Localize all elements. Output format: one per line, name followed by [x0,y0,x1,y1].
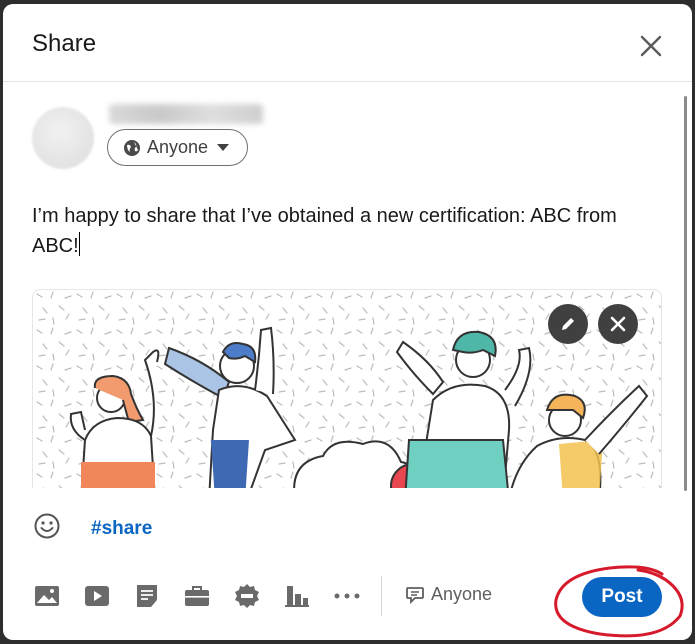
post-text-editor[interactable]: I’m happy to share that I’ve obtained a … [32,201,662,261]
dialog-title: Share [32,30,97,57]
smiley-icon [34,513,60,539]
photo-icon [35,586,59,606]
author-name-redacted [109,104,263,124]
add-hashtag-link[interactable]: #share [91,518,152,540]
badge-icon [235,584,259,608]
add-photo-button[interactable] [33,582,61,610]
attached-image [32,289,662,488]
close-button[interactable] [637,32,665,60]
add-document-button[interactable] [133,582,161,610]
globe-icon [124,139,140,156]
text-cursor [78,232,80,256]
add-video-button[interactable] [83,582,111,610]
hashtag-row: #share [3,504,692,554]
scrollbar[interactable] [684,96,687,491]
close-icon [610,316,626,332]
comment-audience-label: Anyone [431,584,493,604]
dialog-header: Share [3,4,692,82]
toolbar-divider [381,576,382,616]
comment-audience-button[interactable]: Anyone [405,584,492,605]
poll-icon [285,586,309,607]
audience-selector-label: Anyone [147,137,209,157]
more-options-button[interactable] [333,582,361,610]
edit-image-button[interactable] [548,304,588,344]
composer-body[interactable]: Anyone I’m happy to share that I’ve obta… [3,83,692,488]
pencil-icon [562,318,574,330]
post-button[interactable]: Post [582,577,662,617]
share-dialog: Share Anyone I’m happy to share that I’v… [3,4,692,640]
post-text: I’m happy to share that I’ve obtained a … [32,205,617,257]
create-poll-button[interactable] [283,582,311,610]
caret-down-icon [217,143,230,151]
remove-image-button[interactable] [598,304,638,344]
briefcase-icon [185,586,209,606]
share-job-button[interactable] [183,582,211,610]
more-icon [334,593,360,599]
celebrate-button[interactable] [233,582,261,610]
emoji-button[interactable] [33,512,61,540]
avatar [32,107,94,169]
comment-icon [406,586,424,604]
audience-selector-button[interactable]: Anyone [107,129,248,166]
video-icon [85,586,109,606]
close-icon [640,35,662,57]
post-toolbar: Anyone Post [3,564,692,640]
document-icon [137,585,157,607]
